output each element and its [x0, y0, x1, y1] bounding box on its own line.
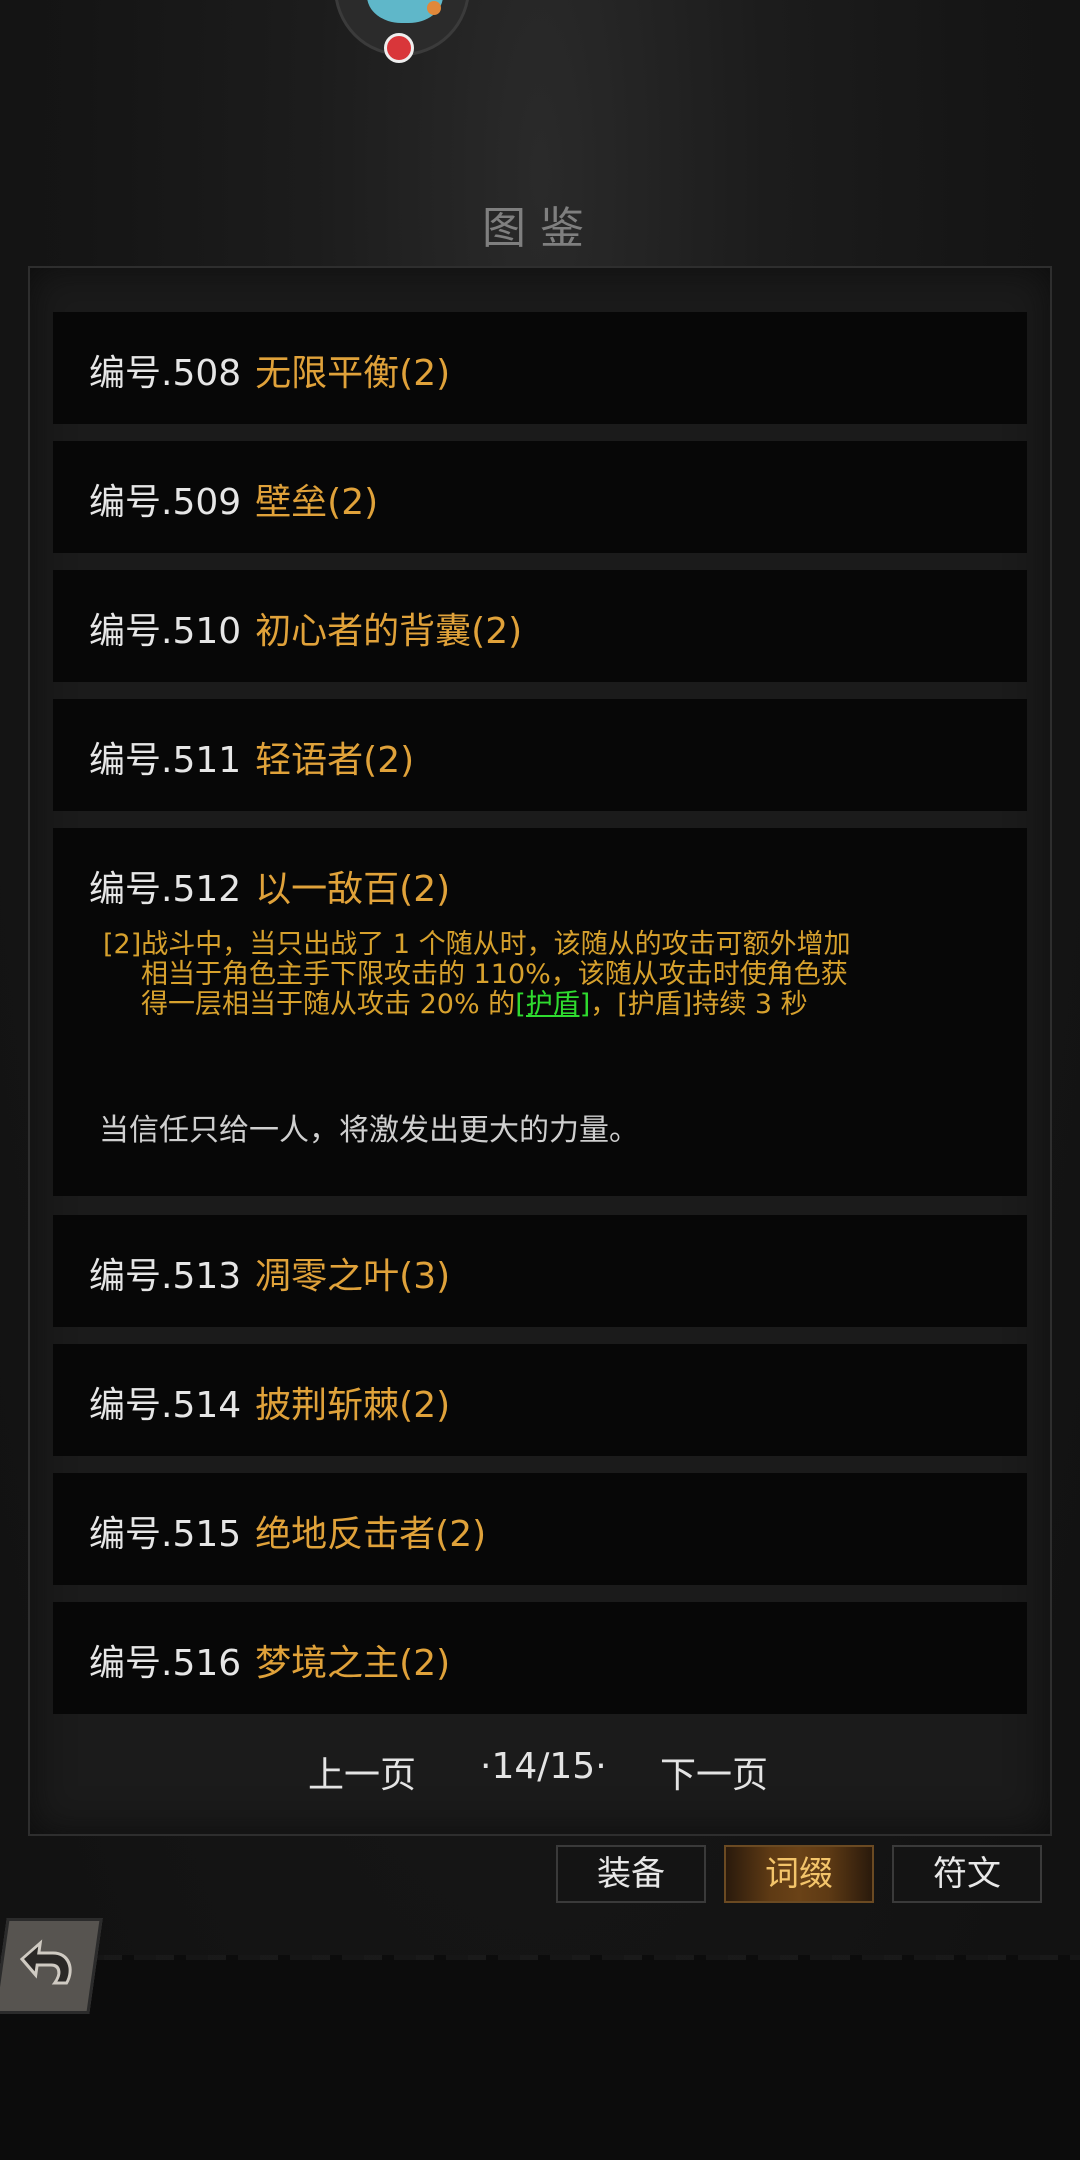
entry-number: 编号.514 — [89, 1385, 242, 1426]
entry-number: 编号.512 — [89, 869, 242, 910]
prev-page-button[interactable]: 上一页 — [308, 1746, 416, 1798]
page-indicator: ·14/15· — [480, 1746, 607, 1787]
list-item-510[interactable]: 编号.510 初心者的背囊(2) — [53, 570, 1027, 682]
list-item-509[interactable]: 编号.509 壁垒(2) — [53, 441, 1027, 553]
entry-number: 编号.515 — [89, 1514, 242, 1555]
list-item-516[interactable]: 编号.516 梦境之主(2) — [53, 1602, 1027, 1714]
list-item-514[interactable]: 编号.514 披荆斩棘(2) — [53, 1344, 1027, 1456]
entry-name: 壁垒(2) — [255, 482, 379, 523]
entry-name: 以一敌百(2) — [255, 869, 451, 910]
description-text: ，[护盾]持续 3 秒 — [590, 989, 808, 1020]
entry-number: 编号.509 — [89, 482, 242, 523]
description-line: 相当于角色主手下限攻击的 110%，该随从攻击时使角色获 — [141, 959, 848, 990]
entry-number: 编号.513 — [89, 1256, 242, 1297]
tab-affix[interactable]: 词缀 — [724, 1845, 874, 1903]
next-page-button[interactable]: 下一页 — [660, 1746, 768, 1798]
entry-name: 初心者的背囊(2) — [255, 611, 523, 652]
entry-name: 轻语者(2) — [255, 740, 415, 781]
entry-number: 编号.508 — [89, 353, 242, 394]
shield-keyword-link[interactable]: [护盾] — [515, 989, 590, 1020]
list-item-512-expanded[interactable]: 编号.512 以一敌百(2) [2]战斗中，当只出战了 1 个随从时，该随从的攻击… — [53, 828, 1027, 1196]
entry-description: [2]战斗中，当只出战了 1 个随从时，该随从的攻击可额外增加 相当于角色主手下… — [103, 930, 1003, 1020]
description-text: 得一层相当于随从攻击 20% 的 — [141, 989, 516, 1020]
back-button[interactable] — [0, 1918, 103, 2014]
entry-name: 凋零之叶(3) — [255, 1256, 451, 1297]
bottom-strip — [0, 1960, 1080, 2160]
pet-spike — [427, 1, 441, 15]
entry-name: 绝地反击者(2) — [255, 1514, 487, 1555]
entry-name: 披荆斩棘(2) — [255, 1385, 451, 1426]
entry-number: 编号.510 — [89, 611, 242, 652]
entry-number: 编号.511 — [89, 740, 242, 781]
flavor-text: 当信任只给一人，将激发出更大的力量。 — [99, 1113, 639, 1148]
description-line: [2]战斗中，当只出战了 1 个随从时，该随从的攻击可额外增加 — [103, 929, 851, 960]
list-item-515[interactable]: 编号.515 绝地反击者(2) — [53, 1473, 1027, 1585]
entry-number: 编号.516 — [89, 1643, 242, 1684]
list-item-513[interactable]: 编号.513 凋零之叶(3) — [53, 1215, 1027, 1327]
entry-name: 无限平衡(2) — [255, 353, 451, 394]
back-arrow-icon — [19, 1939, 72, 1985]
entry-name: 梦境之主(2) — [255, 1643, 451, 1684]
list-item-511[interactable]: 编号.511 轻语者(2) — [53, 699, 1027, 811]
list-item-508[interactable]: 编号.508 无限平衡(2) — [53, 312, 1027, 424]
description-line: 得一层相当于随从攻击 20% 的[护盾]，[护盾]持续 3 秒 — [103, 990, 1003, 1020]
page-title: 图鉴 — [482, 203, 598, 254]
tab-equipment[interactable]: 装备 — [556, 1845, 706, 1903]
tab-rune[interactable]: 符文 — [892, 1845, 1042, 1903]
notification-dot — [384, 33, 414, 63]
